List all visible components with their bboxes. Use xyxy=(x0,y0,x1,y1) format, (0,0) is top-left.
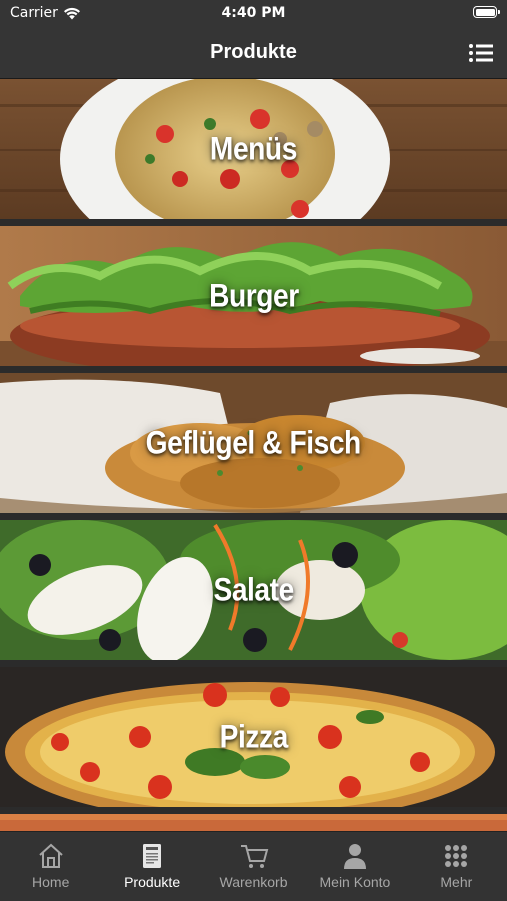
tab-products[interactable]: Produkte xyxy=(101,832,202,901)
category-label: Geflügel & Fisch xyxy=(145,424,362,461)
more-grid-icon xyxy=(445,845,468,867)
tile-divider xyxy=(0,807,507,814)
person-icon xyxy=(343,844,366,869)
tab-label: Home xyxy=(32,874,70,890)
tile-divider xyxy=(0,366,507,373)
tab-account[interactable]: Mein Konto xyxy=(304,832,405,901)
tab-label: Produkte xyxy=(124,874,181,890)
tab-more[interactable]: Mehr xyxy=(406,832,507,901)
battery-icon xyxy=(473,6,500,18)
page-title: Produkte xyxy=(210,41,297,63)
tab-cart[interactable]: Warenkorb xyxy=(203,832,304,901)
home-icon xyxy=(39,843,63,868)
tab-label: Mein Konto xyxy=(319,874,391,890)
category-tile-menus[interactable]: Menüs xyxy=(0,79,507,219)
category-label: Salate xyxy=(213,571,294,608)
category-tile-poultry-fish[interactable]: Geflügel & Fisch xyxy=(0,373,507,513)
category-label: Pizza xyxy=(219,718,288,755)
menu-card-icon xyxy=(143,844,162,868)
status-bar: Carrier 4:40 PM xyxy=(0,0,507,28)
next-category-image xyxy=(0,814,507,831)
tab-label: Mehr xyxy=(440,874,473,890)
category-label: Menüs xyxy=(210,130,297,167)
category-tile-burger[interactable]: Burger xyxy=(0,226,507,366)
list-icon[interactable] xyxy=(467,40,495,66)
cart-icon xyxy=(240,845,268,868)
category-tile-pizza[interactable]: Pizza xyxy=(0,667,507,807)
category-tile-salads[interactable]: Salate xyxy=(0,520,507,660)
tab-label: Warenkorb xyxy=(219,874,288,890)
category-tile-next[interactable] xyxy=(0,814,507,831)
tab-bar: Home Produkte Warenkorb Mein Konto Mehr xyxy=(0,831,507,901)
tile-divider xyxy=(0,513,507,520)
navigation-bar: Produkte xyxy=(0,28,507,79)
tile-divider xyxy=(0,219,507,226)
category-label: Burger xyxy=(208,277,299,314)
tile-divider xyxy=(0,660,507,667)
tab-home[interactable]: Home xyxy=(0,832,101,901)
category-list[interactable]: Menüs Burger Geflügel & Fisch Salate Piz… xyxy=(0,79,507,831)
clock: 4:40 PM xyxy=(221,5,286,21)
